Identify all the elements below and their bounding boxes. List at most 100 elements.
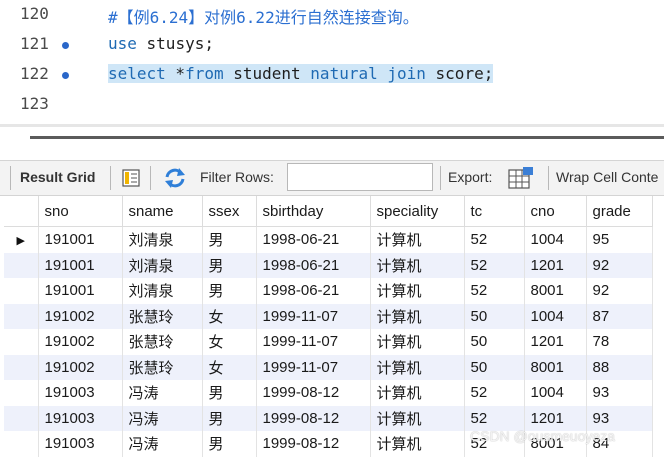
table-cell[interactable]: 男 [202, 226, 257, 253]
table-cell[interactable]: 52 [464, 226, 525, 253]
row-header[interactable] [4, 380, 39, 406]
table-cell[interactable]: 刘清泉 [122, 252, 203, 278]
column-header[interactable]: ssex [202, 196, 257, 227]
table-cell[interactable]: 50 [464, 329, 525, 355]
table-cell[interactable]: 52 [464, 380, 525, 406]
table-cell[interactable]: 1998-06-21 [256, 226, 371, 253]
column-header[interactable]: sno [38, 196, 123, 227]
table-cell[interactable]: 冯涛 [122, 405, 203, 431]
panel-splitter[interactable] [30, 136, 664, 139]
table-cell[interactable]: 191001 [38, 226, 123, 253]
refresh-icon[interactable] [163, 167, 187, 189]
table-cell[interactable]: 张慧玲 [122, 354, 203, 380]
column-header[interactable]: speciality [370, 196, 465, 227]
table-row[interactable]: 191002 张慧玲女 1999-11-07 计算机 50 1201 78 [4, 329, 653, 355]
table-row[interactable]: 191001 刘清泉男 1998-06-21 计算机 52 1201 92 [4, 252, 653, 278]
table-cell[interactable]: 191001 [38, 278, 123, 304]
table-cell[interactable]: 女 [202, 329, 257, 355]
table-cell[interactable]: 1201 [524, 329, 587, 355]
editor-line[interactable]: 121 use stusys; [0, 32, 664, 60]
table-cell[interactable]: 张慧玲 [122, 329, 203, 355]
table-cell[interactable]: 计算机 [370, 354, 465, 380]
table-cell[interactable]: 男 [202, 380, 257, 406]
table-cell[interactable]: 刘清泉 [122, 278, 203, 304]
table-cell[interactable]: 冯涛 [122, 431, 203, 457]
sql-editor[interactable]: 120 #【例6.24】对例6.22进行自然连接查询。 121 use stus… [0, 0, 664, 120]
table-row[interactable]: ▶ 191001 刘清泉男 1998-06-21 计算机 52 1004 95 [4, 226, 653, 253]
table-cell[interactable]: 计算机 [370, 252, 465, 278]
table-cell[interactable]: 88 [586, 354, 653, 380]
row-header[interactable] [4, 303, 39, 329]
table-cell[interactable]: 93 [586, 380, 653, 406]
column-header[interactable]: sbirthday [256, 196, 371, 227]
table-cell[interactable]: 女 [202, 303, 257, 329]
table-cell[interactable]: 1999-11-07 [256, 354, 371, 380]
row-header[interactable] [4, 252, 39, 278]
table-cell[interactable]: 87 [586, 303, 653, 329]
table-cell[interactable]: 冯涛 [122, 380, 203, 406]
editor-line[interactable]: 122 select *from student natural join sc… [0, 62, 664, 90]
table-cell[interactable]: 8001 [524, 278, 587, 304]
column-header[interactable]: sname [122, 196, 203, 227]
editor-line[interactable]: 123 [0, 92, 664, 120]
row-header[interactable] [4, 431, 39, 457]
table-row[interactable]: 191001 刘清泉男 1998-06-21 计算机 52 8001 92 [4, 278, 653, 304]
table-cell[interactable]: 1999-11-07 [256, 303, 371, 329]
table-cell[interactable]: 男 [202, 431, 257, 457]
table-cell[interactable]: 1201 [524, 252, 587, 278]
table-cell[interactable]: 1999-08-12 [256, 380, 371, 406]
table-cell[interactable]: 1998-06-21 [256, 252, 371, 278]
table-cell[interactable]: 计算机 [370, 278, 465, 304]
table-cell[interactable]: 78 [586, 329, 653, 355]
form-editor-icon[interactable] [122, 169, 140, 187]
row-header[interactable] [4, 354, 39, 380]
column-header[interactable]: tc [464, 196, 525, 227]
row-header[interactable] [4, 278, 39, 304]
result-grid[interactable]: sno sname ssex sbirthday speciality tc c… [4, 196, 660, 457]
table-cell[interactable]: 8001 [524, 354, 587, 380]
row-header[interactable] [4, 405, 39, 431]
table-cell[interactable]: 52 [464, 252, 525, 278]
table-cell[interactable]: 张慧玲 [122, 303, 203, 329]
table-cell[interactable]: 女 [202, 354, 257, 380]
table-cell[interactable]: 92 [586, 278, 653, 304]
table-cell[interactable]: 191003 [38, 380, 123, 406]
filter-rows-input[interactable] [287, 163, 433, 191]
table-cell[interactable]: 191002 [38, 303, 123, 329]
table-cell[interactable]: 92 [586, 252, 653, 278]
table-cell[interactable]: 男 [202, 278, 257, 304]
table-cell[interactable]: 50 [464, 354, 525, 380]
table-cell[interactable]: 计算机 [370, 431, 465, 457]
table-row[interactable]: 191002 张慧玲女 1999-11-07 计算机 50 8001 88 [4, 354, 653, 380]
table-cell[interactable]: 95 [586, 226, 653, 253]
table-cell[interactable]: 1999-08-12 [256, 431, 371, 457]
row-header[interactable]: ▶ [4, 226, 39, 253]
table-cell[interactable]: 191001 [38, 252, 123, 278]
table-cell[interactable]: 计算机 [370, 303, 465, 329]
table-cell[interactable]: 191002 [38, 329, 123, 355]
table-cell[interactable]: 计算机 [370, 380, 465, 406]
export-icon[interactable] [508, 166, 534, 190]
table-cell[interactable]: 男 [202, 405, 257, 431]
wrap-cell-content-label[interactable]: Wrap Cell Conte [556, 169, 658, 185]
row-header[interactable] [4, 329, 39, 355]
table-cell[interactable]: 191003 [38, 431, 123, 457]
table-row[interactable]: 191003 冯涛男 1999-08-12 计算机 52 1004 93 [4, 380, 653, 406]
table-cell[interactable]: 52 [464, 278, 525, 304]
editor-line[interactable]: 120 #【例6.24】对例6.22进行自然连接查询。 [0, 2, 664, 30]
table-cell[interactable]: 1998-06-21 [256, 278, 371, 304]
table-cell[interactable]: 191003 [38, 405, 123, 431]
table-cell[interactable]: 计算机 [370, 329, 465, 355]
table-cell[interactable]: 50 [464, 303, 525, 329]
table-cell[interactable]: 191002 [38, 354, 123, 380]
table-cell[interactable]: 1004 [524, 226, 587, 253]
table-cell[interactable]: 男 [202, 252, 257, 278]
result-grid-tab[interactable]: Result Grid [20, 169, 95, 185]
column-header[interactable]: cno [524, 196, 587, 227]
table-cell[interactable]: 1999-11-07 [256, 329, 371, 355]
table-cell[interactable]: 1004 [524, 380, 587, 406]
table-cell[interactable]: 计算机 [370, 226, 465, 253]
column-header[interactable]: grade [586, 196, 653, 227]
table-row[interactable]: 191002 张慧玲女 1999-11-07 计算机 50 1004 87 [4, 303, 653, 329]
table-cell[interactable]: 1004 [524, 303, 587, 329]
